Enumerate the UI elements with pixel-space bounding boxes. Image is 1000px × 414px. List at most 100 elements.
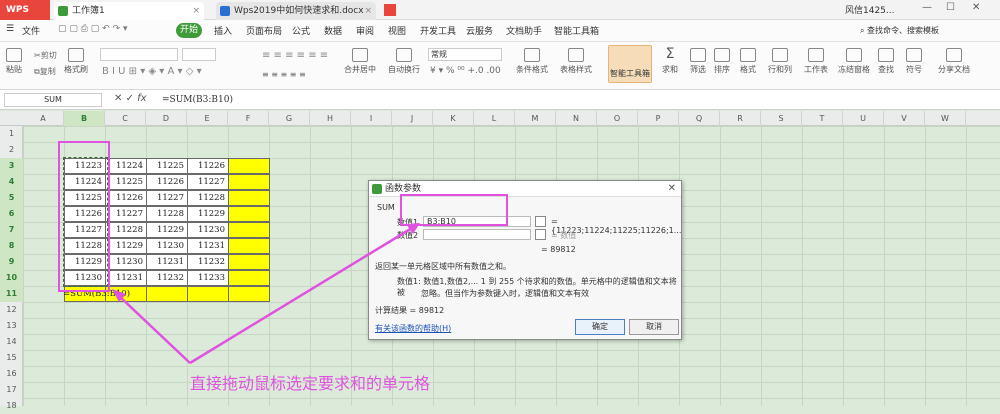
font-style-buttons[interactable]: B I U ⊞ ▾ ◈ ▾ A ▾ ◇ ▾ bbox=[102, 66, 202, 77]
number-format-icons[interactable]: ¥ ▾ % ⁰⁰ +.0 .00 bbox=[430, 66, 501, 76]
format-button[interactable]: 格式 bbox=[740, 48, 756, 75]
yellow-cell[interactable] bbox=[146, 286, 188, 302]
row-header-9[interactable]: 9 bbox=[0, 254, 23, 270]
menu-review[interactable]: 审阅 bbox=[356, 24, 374, 37]
table-cell[interactable]: 11224 bbox=[105, 158, 147, 174]
table-cell[interactable]: 11229 bbox=[105, 238, 147, 254]
table-cell[interactable]: 11232 bbox=[146, 270, 188, 286]
table-cell[interactable]: 11231 bbox=[146, 254, 188, 270]
yellow-cell[interactable] bbox=[228, 222, 270, 238]
table-cell[interactable]: 11227 bbox=[146, 190, 188, 206]
row-header-1[interactable]: 1 bbox=[0, 126, 23, 142]
quick-access-icons[interactable]: ▢ ▢ ⎙ ▢ ↶ ↷ ▾ bbox=[58, 24, 127, 34]
column-header-q[interactable]: Q bbox=[679, 111, 720, 126]
confirm-icon[interactable]: ✓ bbox=[126, 93, 134, 104]
column-header-l[interactable]: L bbox=[474, 111, 515, 126]
table-cell[interactable]: 11233 bbox=[187, 270, 229, 286]
row-header-11[interactable]: 11 bbox=[0, 286, 23, 302]
yellow-cell[interactable] bbox=[228, 190, 270, 206]
command-search[interactable]: ⌕ 查找命令、搜索模板 bbox=[860, 25, 939, 36]
column-header-f[interactable]: F bbox=[228, 111, 269, 126]
arg2-input[interactable] bbox=[423, 229, 531, 240]
table-cell[interactable]: 11226 bbox=[146, 174, 188, 190]
find-button[interactable]: 查找 bbox=[878, 48, 894, 75]
arg1-input[interactable]: B3:B10 bbox=[423, 216, 531, 227]
table-cell[interactable]: 11231 bbox=[105, 270, 147, 286]
row-header-17[interactable]: 17 bbox=[0, 382, 23, 398]
row-header-12[interactable]: 12 bbox=[0, 302, 23, 318]
formula-actions[interactable]: ✕ ✓ fx bbox=[114, 93, 147, 104]
yellow-cell[interactable] bbox=[228, 206, 270, 222]
table-cell[interactable]: 11230 bbox=[105, 254, 147, 270]
table-cell[interactable]: 11228 bbox=[105, 222, 147, 238]
column-header-r[interactable]: R bbox=[720, 111, 761, 126]
column-header-a[interactable]: A bbox=[23, 111, 64, 126]
column-header-i[interactable]: I bbox=[351, 111, 392, 126]
column-header-k[interactable]: K bbox=[433, 111, 474, 126]
column-header-s[interactable]: S bbox=[761, 111, 802, 126]
sort-button[interactable]: 排序 bbox=[714, 48, 730, 75]
share-button[interactable]: 分享文档 bbox=[938, 48, 970, 75]
table-cell[interactable]: 11225 bbox=[105, 174, 147, 190]
close-tab-icon[interactable]: × bbox=[192, 2, 200, 20]
column-header-b[interactable]: B bbox=[64, 111, 105, 126]
minimize-icon[interactable]: — bbox=[922, 2, 932, 13]
menu-formula[interactable]: 公式 bbox=[292, 24, 310, 37]
filter-button[interactable]: 筛选 bbox=[690, 48, 706, 75]
close-tab-icon[interactable]: × bbox=[364, 2, 372, 20]
close-icon[interactable]: ✕ bbox=[668, 181, 676, 197]
align-buttons[interactable]: ≡ ≡ ≡ ≡ ≡ ≡ bbox=[262, 50, 328, 61]
menu-data[interactable]: 数据 bbox=[324, 24, 342, 37]
column-header-e[interactable]: E bbox=[187, 111, 228, 126]
column-header-j[interactable]: J bbox=[392, 111, 433, 126]
table-cell[interactable]: 11229 bbox=[187, 206, 229, 222]
table-cell[interactable]: 11227 bbox=[187, 174, 229, 190]
tab-workbook[interactable]: 工作簿1 × bbox=[54, 2, 204, 20]
number-format-select[interactable]: 常规 bbox=[428, 48, 502, 61]
menu-file[interactable]: 文件 bbox=[22, 24, 40, 37]
menu-page-layout[interactable]: 页面布局 bbox=[246, 24, 282, 37]
row-header-15[interactable]: 15 bbox=[0, 350, 23, 366]
row-header-3[interactable]: 3 bbox=[0, 158, 23, 174]
fx-icon[interactable]: fx bbox=[137, 93, 146, 104]
column-header-v[interactable]: V bbox=[884, 111, 925, 126]
row-header-2[interactable]: 2 bbox=[0, 142, 23, 158]
row-header-5[interactable]: 5 bbox=[0, 190, 23, 206]
name-box[interactable]: SUM bbox=[4, 93, 102, 107]
table-cell[interactable]: 11230 bbox=[187, 222, 229, 238]
column-header-p[interactable]: P bbox=[638, 111, 679, 126]
table-cell[interactable]: 11229 bbox=[146, 222, 188, 238]
yellow-cell[interactable] bbox=[228, 158, 270, 174]
row-header-7[interactable]: 7 bbox=[0, 222, 23, 238]
formula-input[interactable]: =SUM(B3:B10) bbox=[162, 93, 998, 107]
auto-wrap-button[interactable]: 自动换行 bbox=[388, 48, 420, 75]
ok-button[interactable]: 确定 bbox=[575, 319, 625, 335]
tab-document[interactable]: Wps2019中如何快速求和.docx × bbox=[216, 2, 376, 20]
column-header-n[interactable]: N bbox=[556, 111, 597, 126]
menu-doc-assistant[interactable]: 文档助手 bbox=[506, 24, 542, 37]
yellow-cell[interactable] bbox=[228, 286, 270, 302]
sheet-button[interactable]: 工作表 bbox=[804, 48, 828, 75]
format-painter-button[interactable]: 格式刷 bbox=[64, 48, 88, 75]
row-header-14[interactable]: 14 bbox=[0, 334, 23, 350]
table-cell[interactable]: 11228 bbox=[146, 206, 188, 222]
font-name-select[interactable] bbox=[100, 48, 178, 61]
row-header-4[interactable]: 4 bbox=[0, 174, 23, 190]
yellow-cell[interactable] bbox=[228, 270, 270, 286]
column-header-t[interactable]: T bbox=[802, 111, 843, 126]
row-header-8[interactable]: 8 bbox=[0, 238, 23, 254]
table-cell[interactable]: 11230 bbox=[146, 238, 188, 254]
paste-button[interactable]: 粘贴 bbox=[6, 48, 22, 75]
row-header-18[interactable]: 18 bbox=[0, 398, 23, 414]
row-col-button[interactable]: 行和列 bbox=[768, 48, 792, 75]
conditional-format-button[interactable]: 条件格式 bbox=[516, 48, 548, 75]
user-name[interactable]: 风信1425... bbox=[845, 3, 895, 16]
yellow-cell[interactable] bbox=[228, 238, 270, 254]
merge-center-button[interactable]: 合并居中 bbox=[344, 48, 376, 75]
row-header-16[interactable]: 16 bbox=[0, 366, 23, 382]
align-icons[interactable]: ≡ ≡ ≡ ≡ ≡ bbox=[262, 70, 306, 79]
column-header-u[interactable]: U bbox=[843, 111, 884, 126]
menu-insert[interactable]: 插入 bbox=[214, 24, 232, 37]
help-link[interactable]: 有关该函数的帮助(H) bbox=[375, 323, 451, 334]
menu-developer[interactable]: 开发工具 bbox=[420, 24, 456, 37]
